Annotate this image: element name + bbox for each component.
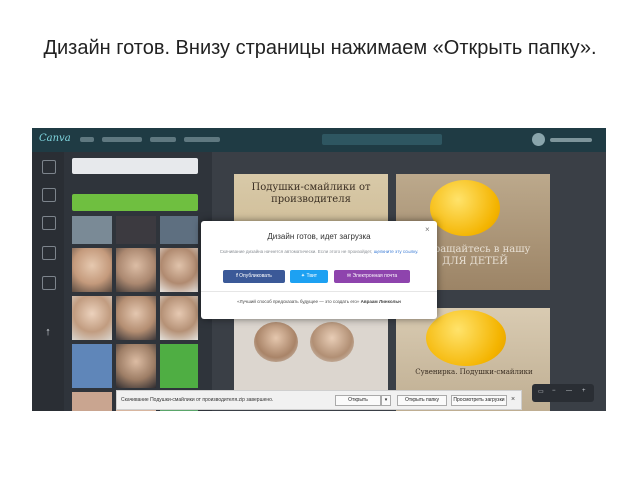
download-bar: Скачивание Подушки-смайлики от производи… [116, 390, 522, 410]
photo-image [254, 322, 298, 362]
page1-heading: Подушки-смайлики от производителя [251, 182, 371, 205]
download-link[interactable]: щелкните эту ссылку. [374, 249, 419, 254]
zoom-out-icon[interactable]: − [552, 388, 556, 394]
modal-title: Дизайн готов, идет загрузка [267, 232, 371, 241]
account-name[interactable] [550, 138, 592, 142]
upload-thumbnail[interactable] [72, 296, 112, 340]
view-downloads-button[interactable]: Просмотреть загрузки [451, 395, 507, 406]
emoji-pillow-image [430, 180, 500, 236]
uploads-panel [64, 152, 212, 411]
upload-thumbnail[interactable] [116, 248, 156, 292]
quote-text: «Лучший способ предсказать будущее — это… [237, 299, 360, 304]
upload-thumbnail[interactable] [72, 248, 112, 292]
text-icon[interactable] [42, 246, 56, 260]
upload-images-button[interactable] [72, 194, 198, 211]
nav-saved [184, 137, 220, 142]
share-button[interactable] [322, 134, 442, 145]
open-folder-label: Открыть папку [405, 397, 439, 403]
download-message: Скачивание Подушки-смайлики от производи… [121, 397, 274, 403]
upload-thumbnail[interactable] [116, 344, 156, 388]
nav-file[interactable] [80, 137, 94, 142]
facebook-publish-button[interactable]: f Опубликовать [223, 270, 285, 283]
modal-subtitle: Скачивание дизайна начнется автоматическ… [211, 249, 427, 255]
page4-heading: Сувенирка. Подушки-смайлики [415, 368, 533, 376]
email-button[interactable]: ✉ Электронная почта [334, 270, 410, 283]
upload-thumbnail[interactable] [72, 216, 112, 244]
zoom-in-icon[interactable]: + [582, 388, 586, 394]
background-icon[interactable] [42, 276, 56, 290]
upload-thumbnail[interactable] [72, 344, 112, 388]
open-button[interactable]: Открыть [335, 395, 381, 406]
close-download-bar-icon[interactable]: × [511, 396, 515, 403]
modal-subtitle-text: Скачивание дизайна начнется автоматическ… [219, 249, 373, 254]
upload-thumbnail[interactable] [116, 296, 156, 340]
upload-thumbnail[interactable] [72, 392, 112, 411]
upload-icon[interactable]: ↑ [40, 326, 56, 338]
layouts-icon[interactable] [42, 188, 56, 202]
tweet-button[interactable]: ✦ Твит [290, 270, 328, 283]
chevron-down-icon[interactable]: ▾ [381, 395, 391, 406]
upload-thumbnail[interactable] [160, 344, 198, 388]
zoom-value: — [566, 388, 572, 394]
nav-undo[interactable] [150, 137, 176, 142]
upload-thumbnail[interactable] [160, 248, 198, 292]
top-bar: Canva [32, 128, 606, 152]
search-input[interactable] [72, 158, 198, 174]
open-folder-button[interactable]: Открыть папку [397, 395, 447, 406]
publish-label: Опубликовать [239, 273, 272, 279]
upload-thumbnail[interactable] [160, 216, 198, 244]
email-label: Электронная почта [352, 273, 398, 279]
present-icon[interactable]: ▭ [538, 388, 544, 395]
emoji-pillow-image [426, 310, 506, 366]
close-icon[interactable]: × [425, 225, 430, 234]
tweet-label: Твит [306, 273, 318, 279]
modal-divider [201, 291, 437, 292]
quote-author: Авраам Линкольн [360, 299, 401, 304]
canva-logo: Canva [39, 133, 71, 144]
nav-resize[interactable] [102, 137, 142, 142]
elements-icon[interactable] [42, 216, 56, 230]
view-downloads-label: Просмотреть загрузки [453, 397, 505, 403]
modal-quote: «Лучший способ предсказать будущее — это… [201, 299, 437, 304]
upload-thumbnail[interactable] [116, 216, 156, 244]
slide-title: Дизайн готов. Внизу страницы нажимаем «О… [43, 37, 597, 59]
upload-thumbnail[interactable] [160, 296, 198, 340]
search-icon[interactable] [42, 160, 56, 174]
left-sidebar: ↑ [32, 152, 64, 411]
avatar[interactable] [532, 133, 545, 146]
editor-screenshot: Canva ↑ Подушки-смайлики от производител… [32, 128, 606, 411]
download-ready-modal: Дизайн готов, идет загрузка × Скачивание… [201, 221, 437, 319]
photo-image [310, 322, 354, 362]
zoom-control[interactable]: ▭ − — + [532, 384, 594, 402]
open-label: Открыть [348, 397, 368, 403]
